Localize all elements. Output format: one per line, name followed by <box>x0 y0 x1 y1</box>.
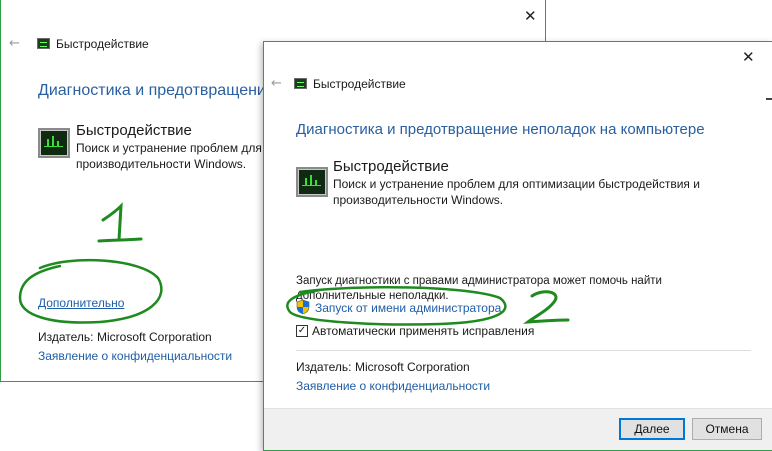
troubleshooter-description: Поиск и устранение проблем для о произво… <box>76 141 272 171</box>
privacy-statement-link[interactable]: Заявление о конфиденциальности <box>296 379 490 393</box>
page-heading: Диагностика и предотвращение <box>38 82 275 99</box>
close-icon[interactable]: ✕ <box>742 50 755 65</box>
window-title: Быстродействие <box>313 77 406 91</box>
privacy-statement-link[interactable]: Заявление о конфиденциальности <box>38 349 232 363</box>
publisher-value: Microsoft Corporation <box>355 360 470 374</box>
next-button[interactable]: Далее <box>619 418 685 440</box>
performance-monitor-icon <box>38 128 70 158</box>
cancel-button[interactable]: Отмена <box>692 418 762 440</box>
dialog-footer: Далее Отмена <box>264 408 772 450</box>
publisher-label: Издатель: <box>296 360 352 374</box>
performance-app-icon <box>294 78 307 89</box>
uac-shield-icon <box>296 299 310 315</box>
run-as-admin-link[interactable]: Запуск от имени администратора <box>315 301 501 315</box>
auto-fix-label: Автоматически применять исправления <box>312 324 535 338</box>
publisher-label: Издатель: <box>38 330 94 344</box>
troubleshooter-title: Быстродействие <box>333 158 449 175</box>
auto-fix-checkbox[interactable]: ✓ <box>296 325 308 337</box>
back-arrow-icon[interactable]: ← <box>9 37 20 50</box>
publisher-value: Microsoft Corporation <box>97 330 212 344</box>
window-title: Быстродействие <box>56 37 149 51</box>
divider <box>296 350 751 351</box>
admin-info-text: Запуск диагностики с правами администрат… <box>296 275 662 302</box>
back-arrow-icon[interactable]: ← <box>271 77 282 90</box>
troubleshooter-window-front: ✕ ← Быстродействие Диагностика и предотв… <box>263 41 772 451</box>
advanced-link[interactable]: Дополнительно <box>38 296 124 310</box>
troubleshooter-title: Быстродействие <box>76 122 192 139</box>
performance-monitor-icon <box>296 167 328 197</box>
page-heading: Диагностика и предотвращение неполадок н… <box>296 121 705 138</box>
performance-app-icon <box>37 38 50 49</box>
close-icon[interactable]: ✕ <box>524 9 537 24</box>
troubleshooter-description: Поиск и устранение проблем для оптимизац… <box>333 177 700 207</box>
background-window-edge <box>766 98 772 100</box>
